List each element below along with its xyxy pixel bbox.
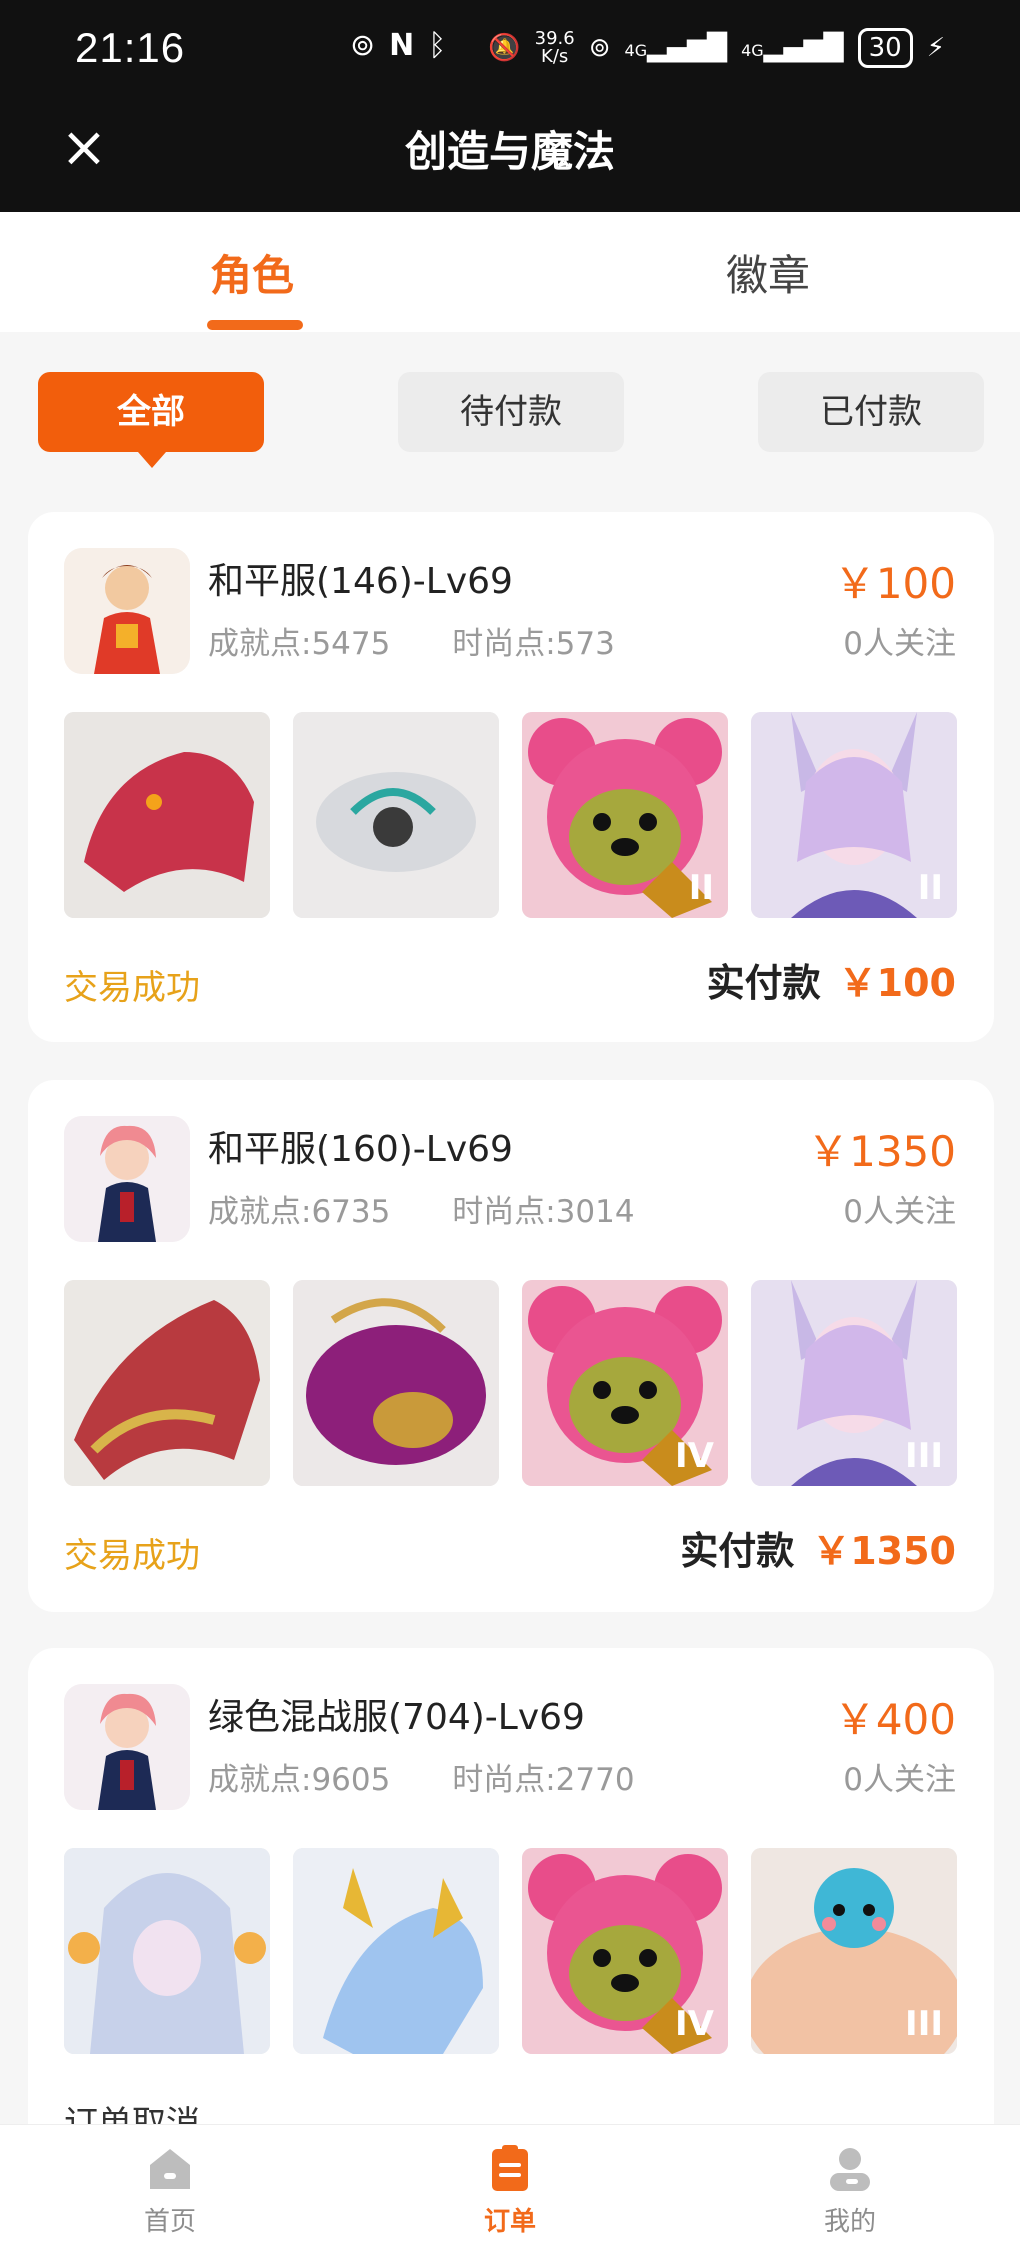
- order-price: ￥1350: [807, 1127, 956, 1176]
- order-role-name: 和平服(146)-Lv69: [208, 561, 513, 602]
- signal-icon-2: 4G▂▄▆█: [741, 33, 844, 63]
- hotspot-icon: ⊚: [350, 28, 376, 63]
- item-thumbnail[interactable]: [64, 1848, 270, 2054]
- tier-badge: II: [917, 868, 943, 908]
- bluetooth-icon: ᛒ: [428, 28, 447, 63]
- mute-icon: 🔕: [488, 33, 521, 63]
- tab-badge[interactable]: 徽章: [726, 242, 810, 303]
- tier-badge: III: [905, 2004, 943, 2044]
- tier-badge: IV: [675, 1436, 714, 1476]
- paid-amount-row: 实付款 ￥100: [707, 952, 956, 1007]
- charging-icon: ⚡: [926, 33, 945, 63]
- order-card[interactable]: 绿色混战服(704)-Lv69 成就点:9605 时尚点:2770 ￥400 0…: [28, 1648, 994, 2144]
- item-thumbnail[interactable]: III: [751, 1848, 957, 2054]
- nav-home[interactable]: 首页: [100, 2143, 240, 2238]
- role-avatar: [64, 1684, 190, 1810]
- bottom-navigation: 首页 订单 我的: [0, 2124, 1020, 2257]
- nfc-icon: N: [389, 28, 415, 63]
- follower-count: 0人关注: [843, 1762, 956, 1798]
- fashion-points: 时尚点:3014: [452, 1194, 635, 1230]
- fashion-points: 时尚点:2770: [452, 1762, 635, 1798]
- order-role-stats: 成就点:5475 时尚点:573: [208, 618, 667, 663]
- page-title: 创造与魔法: [404, 127, 615, 176]
- item-thumbnail[interactable]: III: [751, 1280, 957, 1486]
- wifi-icon: ⊚: [588, 33, 611, 63]
- paid-label: 实付款: [706, 961, 821, 1005]
- order-role-name: 和平服(160)-Lv69: [208, 1129, 513, 1170]
- home-icon: [150, 2149, 190, 2189]
- paid-label: 实付款: [680, 1529, 795, 1573]
- nav-order[interactable]: 订单: [440, 2143, 580, 2238]
- tier-badge: III: [905, 1436, 943, 1476]
- item-thumbnail[interactable]: [64, 712, 270, 918]
- order-status: 交易成功: [64, 1536, 200, 1576]
- item-thumbnails: II II: [64, 712, 958, 918]
- order-card[interactable]: 和平服(160)-Lv69 成就点:6735 时尚点:3014 ￥1350 0人…: [28, 1080, 994, 1612]
- nav-mine[interactable]: 我的: [780, 2143, 920, 2238]
- filter-paid[interactable]: 已付款: [758, 372, 984, 452]
- item-thumbnail[interactable]: [293, 1848, 499, 2054]
- paid-amount: ￥1350: [812, 1529, 956, 1573]
- follower-count: 0人关注: [843, 1194, 956, 1230]
- battery-indicator: 30: [857, 28, 913, 68]
- tab-role[interactable]: 角色: [210, 242, 294, 303]
- app-header: × 创造与魔法: [0, 100, 1020, 212]
- filter-all[interactable]: 全部: [38, 372, 264, 468]
- item-thumbnail[interactable]: IV: [522, 1280, 728, 1486]
- item-thumbnail[interactable]: [64, 1280, 270, 1486]
- nav-home-label: 首页: [143, 2207, 196, 2237]
- order-role-name: 绿色混战服(704)-Lv69: [208, 1697, 585, 1738]
- achievement-points: 成就点:6735: [208, 1194, 391, 1230]
- order-role-stats: 成就点:6735 时尚点:3014: [208, 1186, 687, 1231]
- order-card[interactable]: 和平服(146)-Lv69 成就点:5475 时尚点:573 ￥100 0人关注…: [28, 512, 994, 1042]
- tier-badge: II: [688, 868, 714, 908]
- nav-mine-label: 我的: [823, 2207, 876, 2237]
- status-time: 21:16: [75, 24, 186, 71]
- order-price: ￥100: [833, 559, 956, 608]
- fashion-points: 时尚点:573: [452, 626, 615, 662]
- tab-active-indicator: [207, 320, 303, 330]
- nav-order-label: 订单: [483, 2207, 536, 2237]
- status-system-icons: ⊚ N ᛒ: [350, 28, 446, 63]
- filter-pending-payment[interactable]: 待付款: [398, 372, 624, 452]
- order-status: 交易成功: [64, 968, 200, 1008]
- order-price: ￥400: [833, 1695, 956, 1744]
- item-thumbnail[interactable]: [293, 1280, 499, 1486]
- tab-bar: 角色 徽章: [0, 212, 1020, 332]
- status-right-icons: 🔕 39.6 K/s ⊚ 4G▂▄▆█ 4G▂▄▆█ 30 ⚡: [488, 28, 945, 68]
- tier-badge: IV: [675, 2004, 714, 2044]
- item-thumbnail[interactable]: II: [751, 712, 957, 918]
- filter-chips: 全部 待付款 已付款: [0, 372, 1020, 472]
- profile-icon: [830, 2148, 870, 2191]
- paid-amount-row: 实付款 ￥1350: [680, 1520, 956, 1575]
- item-thumbnail[interactable]: II: [522, 712, 728, 918]
- role-avatar: [64, 548, 190, 674]
- signal-icon-1: 4G▂▄▆█: [624, 33, 728, 63]
- status-bar: 21:16 ⊚ N ᛒ 🔕 39.6 K/s ⊚ 4G▂▄▆█ 4G▂▄▆█ 3…: [0, 0, 1020, 100]
- item-thumbnails: IV III: [64, 1280, 958, 1486]
- follower-count: 0人关注: [843, 626, 956, 662]
- item-thumbnails: IV III: [64, 1848, 958, 2054]
- item-thumbnail[interactable]: IV: [522, 1848, 728, 2054]
- order-role-stats: 成就点:9605 时尚点:2770: [208, 1754, 687, 1799]
- role-avatar: [64, 1116, 190, 1242]
- achievement-points: 成就点:5475: [208, 626, 391, 662]
- achievement-points: 成就点:9605: [208, 1762, 391, 1798]
- order-icon: [492, 2145, 528, 2191]
- paid-amount: ￥100: [838, 961, 956, 1005]
- net-speed: 39.6 K/s: [534, 28, 575, 67]
- item-thumbnail[interactable]: [293, 712, 499, 918]
